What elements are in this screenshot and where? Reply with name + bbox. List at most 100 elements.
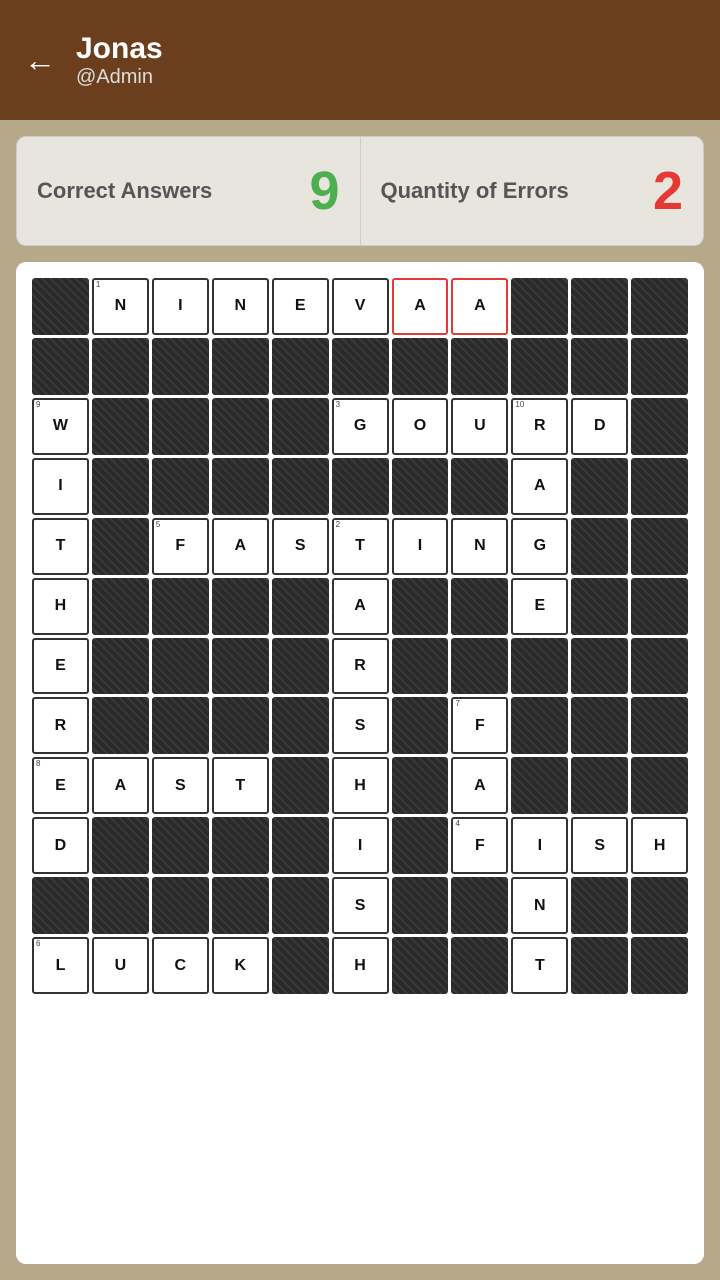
grid-cell[interactable]	[392, 338, 449, 395]
grid-cell[interactable]	[92, 518, 149, 575]
grid-cell[interactable]: G	[511, 518, 568, 575]
grid-cell[interactable]: 4F	[451, 817, 508, 874]
grid-cell[interactable]: S	[332, 877, 389, 934]
grid-cell[interactable]: I	[152, 278, 209, 335]
grid-cell[interactable]	[451, 458, 508, 515]
grid-cell[interactable]: 5F	[152, 518, 209, 575]
grid-cell[interactable]	[92, 338, 149, 395]
grid-cell[interactable]	[92, 578, 149, 635]
grid-cell[interactable]: A	[92, 757, 149, 814]
grid-cell[interactable]	[631, 638, 688, 695]
grid-cell[interactable]	[451, 937, 508, 994]
grid-cell[interactable]: N	[212, 278, 269, 335]
grid-cell[interactable]	[212, 338, 269, 395]
grid-cell[interactable]	[631, 458, 688, 515]
grid-cell[interactable]	[511, 338, 568, 395]
grid-cell[interactable]	[272, 937, 329, 994]
grid-cell[interactable]	[631, 338, 688, 395]
grid-cell[interactable]	[212, 817, 269, 874]
grid-cell[interactable]	[451, 338, 508, 395]
grid-cell[interactable]: T	[511, 937, 568, 994]
grid-cell[interactable]: R	[332, 638, 389, 695]
grid-cell[interactable]	[92, 697, 149, 754]
grid-cell[interactable]: 2T	[332, 518, 389, 575]
grid-cell[interactable]	[392, 578, 449, 635]
grid-cell[interactable]	[451, 877, 508, 934]
grid-cell[interactable]	[272, 398, 329, 455]
grid-cell[interactable]: 6L	[32, 937, 89, 994]
grid-cell[interactable]	[212, 638, 269, 695]
grid-cell[interactable]	[272, 338, 329, 395]
grid-cell[interactable]	[571, 578, 628, 635]
grid-cell[interactable]: I	[511, 817, 568, 874]
grid-cell[interactable]	[212, 877, 269, 934]
grid-cell[interactable]	[272, 638, 329, 695]
grid-cell[interactable]	[631, 937, 688, 994]
grid-cell[interactable]: K	[212, 937, 269, 994]
grid-cell[interactable]: 9W	[32, 398, 89, 455]
grid-cell[interactable]	[32, 278, 89, 335]
back-button[interactable]: ←	[24, 42, 56, 79]
grid-cell[interactable]	[511, 697, 568, 754]
grid-cell[interactable]	[272, 817, 329, 874]
grid-cell[interactable]	[511, 278, 568, 335]
grid-cell[interactable]	[212, 697, 269, 754]
grid-cell[interactable]	[272, 877, 329, 934]
grid-cell[interactable]: U	[92, 937, 149, 994]
grid-cell[interactable]	[92, 458, 149, 515]
grid-cell[interactable]	[631, 877, 688, 934]
grid-cell[interactable]: I	[32, 458, 89, 515]
grid-cell[interactable]: 1N	[92, 278, 149, 335]
grid-cell[interactable]	[272, 578, 329, 635]
grid-cell[interactable]: N	[511, 877, 568, 934]
grid-cell[interactable]	[571, 338, 628, 395]
grid-cell[interactable]	[392, 877, 449, 934]
grid-cell[interactable]	[92, 817, 149, 874]
grid-cell[interactable]	[631, 518, 688, 575]
grid-cell[interactable]: O	[392, 398, 449, 455]
grid-cell[interactable]: N	[451, 518, 508, 575]
grid-cell[interactable]: A	[212, 518, 269, 575]
grid-cell[interactable]	[152, 877, 209, 934]
grid-cell[interactable]	[571, 458, 628, 515]
grid-cell[interactable]: E	[272, 278, 329, 335]
grid-cell[interactable]	[332, 338, 389, 395]
grid-cell[interactable]	[631, 578, 688, 635]
grid-cell[interactable]	[332, 458, 389, 515]
grid-cell[interactable]	[571, 278, 628, 335]
grid-cell[interactable]: T	[32, 518, 89, 575]
grid-cell[interactable]	[92, 638, 149, 695]
grid-cell[interactable]	[212, 398, 269, 455]
grid-cell[interactable]: 3G	[332, 398, 389, 455]
grid-cell[interactable]	[392, 697, 449, 754]
grid-cell[interactable]	[571, 697, 628, 754]
grid-cell[interactable]	[272, 757, 329, 814]
grid-cell[interactable]	[152, 817, 209, 874]
grid-cell[interactable]	[392, 638, 449, 695]
grid-cell[interactable]	[571, 757, 628, 814]
grid-cell[interactable]	[392, 757, 449, 814]
grid-cell[interactable]: V	[332, 278, 389, 335]
grid-cell[interactable]: H	[631, 817, 688, 874]
grid-cell[interactable]	[451, 638, 508, 695]
grid-cell[interactable]	[212, 458, 269, 515]
grid-cell[interactable]	[631, 757, 688, 814]
grid-cell[interactable]: E	[511, 578, 568, 635]
grid-cell[interactable]	[392, 937, 449, 994]
grid-cell[interactable]	[32, 877, 89, 934]
grid-cell[interactable]: U	[451, 398, 508, 455]
grid-cell[interactable]	[152, 458, 209, 515]
grid-cell[interactable]: 7F	[451, 697, 508, 754]
grid-cell[interactable]	[631, 398, 688, 455]
grid-cell[interactable]: I	[332, 817, 389, 874]
grid-cell[interactable]	[631, 278, 688, 335]
grid-cell[interactable]: H	[32, 578, 89, 635]
grid-cell[interactable]	[92, 877, 149, 934]
grid-cell[interactable]: I	[392, 518, 449, 575]
grid-cell[interactable]: T	[212, 757, 269, 814]
grid-cell[interactable]	[152, 697, 209, 754]
grid-cell[interactable]: S	[152, 757, 209, 814]
grid-cell[interactable]	[451, 578, 508, 635]
grid-cell[interactable]	[511, 757, 568, 814]
grid-cell[interactable]	[152, 638, 209, 695]
